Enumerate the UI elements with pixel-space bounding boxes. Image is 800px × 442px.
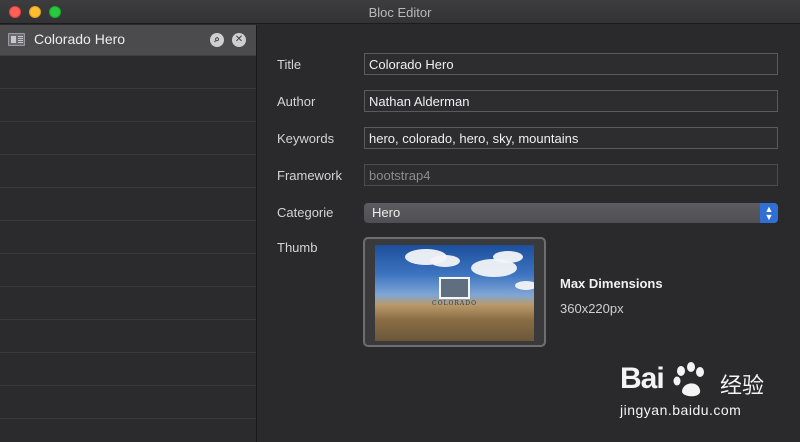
list-item	[0, 122, 256, 155]
list-item	[0, 287, 256, 320]
categorie-label: Categorie	[277, 205, 334, 220]
author-field[interactable]: Nathan Alderman	[364, 90, 778, 112]
framework-label: Framework	[277, 168, 343, 183]
baidu-logo-text: Bai	[620, 362, 665, 395]
list-item	[0, 221, 256, 254]
thumbnail-caption: COLORADO	[432, 300, 477, 307]
remove-circle-icon[interactable]: ✕	[232, 33, 246, 47]
categorie-selected-value: Hero	[372, 205, 401, 220]
categorie-select[interactable]: Hero ▲ ▼	[364, 203, 778, 223]
list-item	[0, 386, 256, 419]
magnifier-icon[interactable]: ⌕	[210, 33, 224, 47]
paw-icon	[673, 362, 704, 397]
title-bar: Bloc Editor	[0, 0, 800, 24]
sidebar-item-label: Colorado Hero	[34, 31, 126, 47]
bloc-document-icon	[8, 33, 25, 46]
keywords-label: Keywords	[277, 131, 335, 146]
list-item	[0, 155, 256, 188]
sidebar-list[interactable]: Colorado Hero ⌕ ✕	[0, 25, 257, 442]
list-item	[0, 89, 256, 122]
framework-field: bootstrap4	[364, 164, 778, 186]
keywords-field[interactable]: hero, colorado, hero, sky, mountains	[364, 127, 778, 149]
baidu-jingyan-watermark: Bai 经验 jingyan.baidu.com	[620, 362, 796, 426]
list-item	[0, 188, 256, 221]
sidebar-item-colorado-hero[interactable]: Colorado Hero ⌕ ✕	[0, 25, 256, 56]
thumbnail-drop-well[interactable]: COLORADO	[363, 237, 546, 347]
list-item	[0, 254, 256, 287]
thumbnail-image: COLORADO	[375, 245, 534, 341]
thumbnail-inset-photo	[439, 277, 470, 299]
title-label: Title	[277, 57, 302, 72]
jingyan-text: 经验	[720, 373, 765, 398]
list-item	[0, 419, 256, 442]
list-item	[0, 56, 256, 89]
watermark-url: jingyan.baidu.com	[620, 402, 742, 418]
window-title: Bloc Editor	[368, 5, 432, 20]
list-item	[0, 320, 256, 353]
max-dimensions-value: 360x220px	[560, 301, 624, 316]
chevron-up-down-icon: ▲ ▼	[760, 203, 778, 223]
title-field[interactable]: Colorado Hero	[364, 53, 778, 75]
thumb-label: Thumb	[277, 240, 318, 255]
list-item	[0, 353, 256, 386]
max-dimensions-title: Max Dimensions	[560, 276, 663, 291]
author-label: Author	[277, 94, 316, 109]
